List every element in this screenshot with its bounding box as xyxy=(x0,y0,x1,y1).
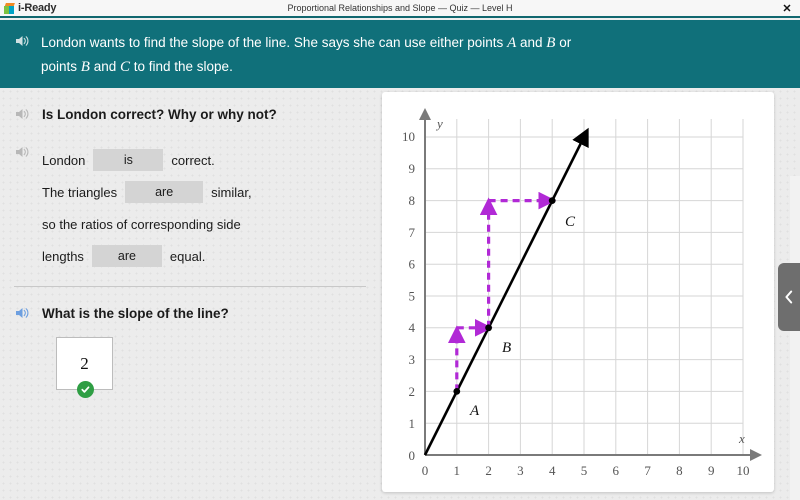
svg-text:0: 0 xyxy=(422,463,429,478)
content-area: Is London correct? Why or why not? Londo… xyxy=(0,88,800,500)
svg-text:7: 7 xyxy=(644,463,651,478)
prompt-line2-c: to find the slope. xyxy=(130,59,233,74)
math-var-b2: B xyxy=(80,59,90,75)
blank-dropdown-3[interactable]: are xyxy=(91,245,162,267)
side-panel-toggle[interactable] xyxy=(778,263,800,331)
svg-text:9: 9 xyxy=(708,463,715,478)
statement-line-1: London is correct. xyxy=(42,144,252,176)
prompt-line1-a: London wants to find the slope of the li… xyxy=(41,35,508,50)
statement-line2-post: similar, xyxy=(211,184,252,200)
statement-block: London is correct. The triangles are sim… xyxy=(14,144,366,272)
app-logo: i-Ready xyxy=(0,1,57,15)
svg-text:4: 4 xyxy=(409,320,416,335)
quiz-screen: i-Ready Proportional Relationships and S… xyxy=(0,0,800,500)
speaker-icon[interactable] xyxy=(14,144,30,160)
svg-text:8: 8 xyxy=(676,463,683,478)
statement-text: London is correct. The triangles are sim… xyxy=(42,144,252,272)
speaker-icon[interactable] xyxy=(14,305,30,321)
point-label-c: C xyxy=(565,214,576,230)
scroll-strip[interactable] xyxy=(790,176,800,500)
statement-line4-pre: lengths xyxy=(42,248,84,264)
iready-cube-logo-icon xyxy=(3,2,16,15)
svg-text:4: 4 xyxy=(549,463,556,478)
svg-text:5: 5 xyxy=(409,289,416,304)
point-c xyxy=(548,197,556,204)
chevron-left-icon xyxy=(784,290,794,304)
y-tick-labels: 0 1 2 3 4 5 6 7 8 9 10 xyxy=(402,129,416,463)
statement-line-3: so the ratios of corresponding side xyxy=(42,208,252,240)
svg-text:9: 9 xyxy=(409,161,416,176)
prompt-line-2: points B and C to find the slope. xyxy=(41,55,571,79)
point-label-b: B xyxy=(502,340,511,356)
coordinate-graph-card: y x 0 1 2 3 4 5 6 7 8 9 10 0 1 2 3 4 5 6… xyxy=(382,92,774,492)
question-1-title: Is London correct? Why or why not? xyxy=(42,107,277,122)
answer-field-wrap: 2 xyxy=(56,337,113,398)
check-circle-icon xyxy=(77,381,94,398)
statement-line1-post: correct. xyxy=(171,152,215,168)
svg-text:3: 3 xyxy=(409,352,416,367)
svg-text:1: 1 xyxy=(409,416,416,431)
statement-line3-text: so the ratios of corresponding side xyxy=(42,216,241,232)
prompt-line2-a: points xyxy=(41,59,81,74)
prompt-line1-b: and xyxy=(516,35,547,50)
x-tick-labels: 0 1 2 3 4 5 6 7 8 9 10 xyxy=(422,463,750,478)
math-var-c: C xyxy=(119,59,130,75)
point-labels: A B C xyxy=(469,214,576,419)
x-axis-label: x xyxy=(738,431,745,446)
prompt-line-1: London wants to find the slope of the li… xyxy=(41,31,571,55)
point-a xyxy=(453,388,461,395)
question-1-row: Is London correct? Why or why not? xyxy=(14,106,366,124)
coordinate-graph: y x 0 1 2 3 4 5 6 7 8 9 10 0 1 2 3 4 5 6… xyxy=(402,108,762,478)
svg-text:6: 6 xyxy=(613,463,620,478)
prompt-line1-c: or xyxy=(555,35,572,50)
svg-text:10: 10 xyxy=(737,463,750,478)
prompt-line2-b: and xyxy=(89,59,120,74)
statement-line4-post: equal. xyxy=(169,248,206,264)
question-panel: Is London correct? Why or why not? Londo… xyxy=(0,88,380,500)
statement-line1-pre: London xyxy=(42,152,86,168)
speaker-icon[interactable] xyxy=(14,33,30,49)
svg-text:6: 6 xyxy=(409,257,416,272)
statement-line-2: The triangles are similar, xyxy=(42,176,252,208)
section-divider xyxy=(14,286,366,287)
point-b xyxy=(485,324,492,332)
brand-label: i-Ready xyxy=(18,1,57,14)
statement-line2-pre: The triangles xyxy=(42,184,118,200)
prompt-banner: London wants to find the slope of the li… xyxy=(0,20,800,88)
svg-text:3: 3 xyxy=(517,463,524,478)
blank-dropdown-1[interactable]: is xyxy=(93,149,164,171)
svg-text:2: 2 xyxy=(409,384,416,399)
y-axis-label: y xyxy=(435,116,443,131)
prompt-text: London wants to find the slope of the li… xyxy=(41,31,571,88)
blank-dropdown-2[interactable]: are xyxy=(125,181,204,203)
svg-text:7: 7 xyxy=(409,225,416,240)
close-icon[interactable]: ✕ xyxy=(780,2,794,16)
window-title: Proportional Relationships and Slope — Q… xyxy=(287,3,513,13)
question-2-title: What is the slope of the line? xyxy=(42,306,229,321)
svg-text:5: 5 xyxy=(581,463,588,478)
svg-text:2: 2 xyxy=(485,463,492,478)
svg-text:10: 10 xyxy=(402,129,415,144)
point-label-a: A xyxy=(469,403,480,419)
svg-text:1: 1 xyxy=(454,463,461,478)
statement-line-4: lengths are equal. xyxy=(42,240,252,272)
math-var-a: A xyxy=(507,35,517,51)
question-2-row: What is the slope of the line? xyxy=(14,305,366,323)
svg-text:0: 0 xyxy=(409,448,416,463)
svg-text:8: 8 xyxy=(409,193,416,208)
speaker-icon[interactable] xyxy=(14,106,30,122)
title-bar: i-Ready Proportional Relationships and S… xyxy=(0,0,800,18)
